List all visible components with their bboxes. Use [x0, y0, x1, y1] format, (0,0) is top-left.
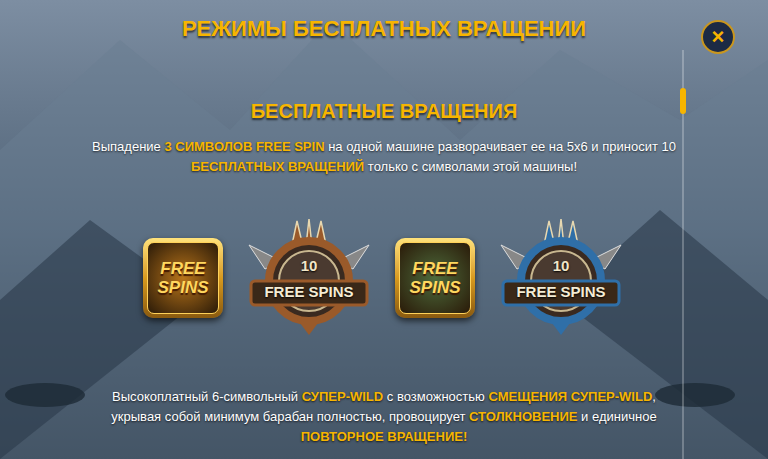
close-button[interactable]: × — [701, 20, 735, 54]
badge-text: FREE SPINS — [497, 282, 625, 302]
plain-text: Выпадение — [92, 139, 164, 154]
content: РЕЖИМЫ БЕСПЛАТНЫХ ВРАЩЕНИИ БЕСПЛАТНЫЕ ВРА… — [0, 0, 768, 447]
symbols-row: FREESPINS10FREE SPINSFREESPINS10FREE SPI… — [143, 219, 625, 337]
intro-text: Выпадение 3 СИМВОЛОВ FREE SPIN на одной … — [84, 137, 684, 177]
screen-title: РЕЖИМЫ БЕСПЛАТНЫХ ВРАЩЕНИИ — [182, 14, 586, 44]
section-title: БЕСПЛАТНЫЕ ВРАЩЕНИЯ — [251, 97, 518, 125]
shield-icon — [245, 219, 373, 337]
plain-text: Высокоплатный 6-символьный — [112, 389, 302, 404]
symbol-text: SPINS — [409, 278, 460, 297]
shield-icon — [497, 219, 625, 337]
plain-text: с возможностью — [383, 389, 488, 404]
spins-count: 10 — [497, 257, 625, 275]
scrollbar-thumb[interactable] — [680, 88, 686, 114]
symbol-text: FREE — [412, 259, 457, 278]
free-spins-symbol: FREESPINS — [395, 238, 475, 318]
highlight-text: 3 СИМВОЛОВ FREE SPIN — [164, 139, 324, 154]
plain-text: только с символами этой машины! — [364, 159, 577, 174]
badge-text: FREE SPINS — [245, 282, 373, 302]
symbol-text: FREE — [160, 259, 205, 278]
highlight-text: СТОЛКНОВЕНИЕ — [469, 409, 578, 424]
highlight-text: БЕСПЛАТНЫХ ВРАЩЕНИЙ — [191, 159, 364, 174]
free-spins-badge: 10 FREE SPINS — [497, 219, 625, 337]
plain-text: и единичное — [578, 409, 657, 424]
spins-count: 10 — [245, 257, 373, 275]
free-spins-info-screen: РЕЖИМЫ БЕСПЛАТНЫХ ВРАЩЕНИИ БЕСПЛАТНЫЕ ВРА… — [0, 0, 768, 459]
description-text: Высокоплатный 6-символьный СУПЕР-WILD с … — [94, 387, 674, 447]
highlight-text: ПОВТОРНОЕ ВРАЩЕНИЕ! — [301, 429, 468, 444]
highlight-text: СМЕЩЕНИЯ СУПЕР-WILD — [488, 389, 652, 404]
plain-text: на одной машине разворачивает ее на 5x6 … — [325, 139, 676, 154]
symbol-text: SPINS — [157, 278, 208, 297]
free-spins-badge: 10 FREE SPINS — [245, 219, 373, 337]
highlight-text: СУПЕР-WILD — [302, 389, 384, 404]
free-spins-symbol: FREESPINS — [143, 238, 223, 318]
